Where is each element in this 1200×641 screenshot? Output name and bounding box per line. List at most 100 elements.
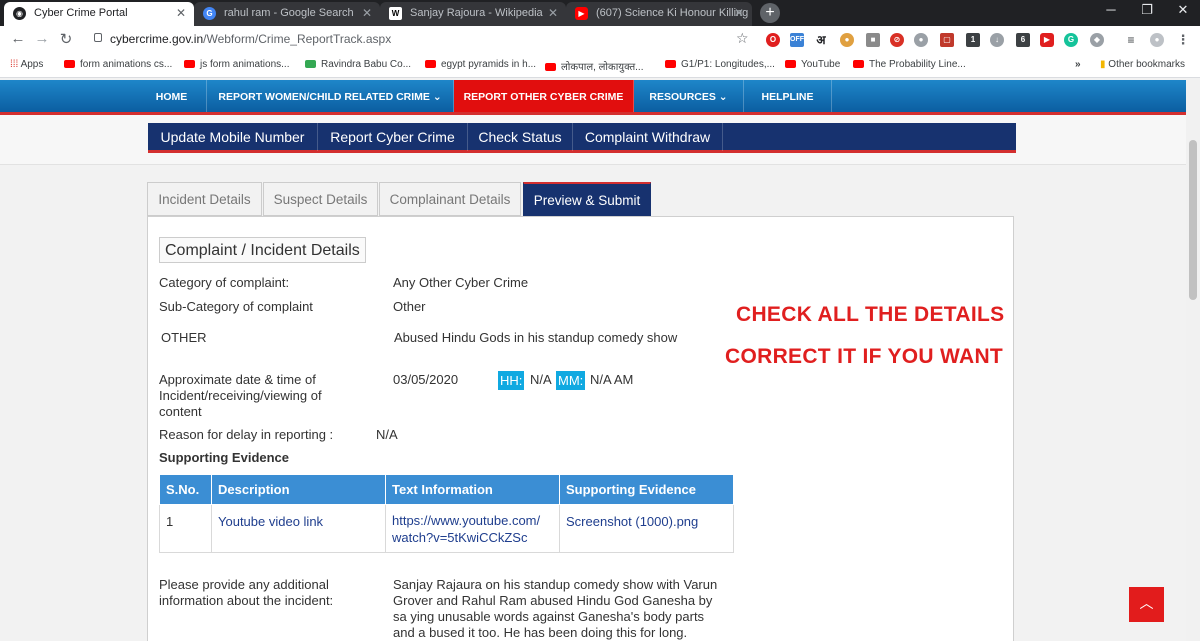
download-extension-icon[interactable]: ↓ — [990, 33, 1004, 47]
browser-tabstrip: ◉ Cyber Crime Portal ✕ G rahul ram - Goo… — [0, 0, 1200, 26]
opera-extension-icon[interactable]: O — [766, 33, 780, 47]
page-scrollbar[interactable] — [1186, 80, 1200, 641]
nav-report-other-cyber-crime[interactable]: REPORT OTHER CYBER CRIME — [454, 80, 634, 112]
menu-dots-icon[interactable]: ⋮ — [1176, 33, 1190, 47]
delay-label: Reason for delay in reporting : — [159, 427, 334, 442]
nav-report-women-child-crime[interactable]: REPORT WOMEN/CHILD RELATED CRIME ⌄ — [207, 80, 454, 112]
extension-off-icon[interactable]: OFF — [790, 33, 804, 47]
table-header-row: S.No. Description Text Information Suppo… — [159, 474, 734, 505]
youtube-icon — [64, 60, 75, 69]
youtube-icon: ▶ — [575, 7, 588, 20]
bookmark-egypt-pyramids[interactable]: egypt pyramids in h... — [425, 59, 536, 70]
nav-home[interactable]: HOME — [137, 80, 207, 112]
extension-grey-icon[interactable]: ● — [914, 33, 928, 47]
callout-check-details: CHECK ALL THE DETAILS — [736, 303, 1005, 326]
tab-complainant-details[interactable]: Complainant Details — [379, 182, 521, 216]
globe-icon: ◉ — [13, 7, 26, 20]
youtube-icon — [184, 60, 195, 69]
browser-tab-youtube[interactable]: ▶ (607) Science Ki Honour Killing || ✕ — [566, 2, 752, 26]
other-value: Abused Hindu Gods in his standup comedy … — [394, 330, 678, 345]
youtube-icon — [545, 63, 556, 72]
subnav-report-cyber-crime[interactable]: Report Cyber Crime — [318, 123, 468, 151]
tab-incident-details[interactable]: Incident Details — [147, 182, 262, 216]
bookmarks-overflow-button[interactable]: » — [1075, 59, 1081, 70]
scrollbar-thumb[interactable] — [1189, 140, 1197, 300]
date-value: 03/05/2020 — [393, 372, 459, 387]
subnav-check-status[interactable]: Check Status — [468, 123, 573, 151]
youtube-icon — [665, 60, 676, 69]
lock-icon — [94, 33, 102, 42]
close-icon[interactable]: ✕ — [548, 2, 558, 24]
delay-value: N/A — [376, 427, 398, 442]
date-label: Approximate date & time of Incident/rece… — [159, 372, 322, 419]
minimize-icon[interactable]: ─ — [1096, 2, 1126, 17]
hindi-input-icon[interactable]: अ — [814, 33, 828, 47]
url-text: cybercrime.gov.in/Webform/Crime_ReportTr… — [110, 32, 391, 46]
hh-value: N/A — [530, 372, 552, 387]
close-icon[interactable]: ✕ — [734, 2, 744, 24]
extension-square-icon[interactable]: ■ — [866, 33, 880, 47]
youtube-icon — [853, 60, 864, 69]
column-header: S.No. — [159, 474, 212, 505]
scroll-to-top-button[interactable]: ︿ — [1129, 587, 1164, 622]
cookie-extension-icon[interactable]: ● — [840, 33, 854, 47]
reading-list-icon[interactable]: ≡ — [1124, 33, 1138, 47]
bookmark-ravindra-babu[interactable]: Ravindra Babu Co... — [305, 59, 411, 70]
subnav-complaint-withdraw[interactable]: Complaint Withdraw — [573, 123, 723, 151]
bookmark-js-form-animations[interactable]: js form animations... — [184, 59, 289, 70]
sub-navigation: Update Mobile Number Report Cyber Crime … — [148, 123, 1016, 153]
browser-tab-cyber-crime-portal[interactable]: ◉ Cyber Crime Portal ✕ — [4, 2, 194, 26]
close-icon[interactable]: ✕ — [176, 2, 186, 24]
profile-avatar-icon[interactable]: ● — [1150, 33, 1164, 47]
address-bar[interactable]: cybercrime.gov.in/Webform/Crime_ReportTr… — [88, 29, 758, 51]
mm-value: N/A AM — [590, 372, 634, 387]
bookmark-form-animations[interactable]: form animations cs... — [64, 59, 172, 70]
extension-badge-six-icon[interactable]: 6 — [1016, 33, 1030, 47]
url-host: cybercrime.gov.in — [110, 32, 204, 46]
browser-tab-title: Cyber Crime Portal — [34, 7, 128, 19]
grammarly-icon[interactable]: G — [1064, 33, 1078, 47]
bookmark-other-bookmarks[interactable]: ▮ Other bookmarks — [1100, 59, 1185, 70]
browser-tab-title: rahul ram - Google Search — [224, 7, 354, 19]
subnav-update-mobile-number[interactable]: Update Mobile Number — [148, 123, 318, 151]
youtube-extension-icon[interactable]: ▶ — [1040, 33, 1054, 47]
other-label: OTHER — [161, 330, 207, 345]
tab-preview-submit[interactable]: Preview & Submit — [523, 182, 651, 216]
bookmark-probability-line[interactable]: The Probability Line... — [853, 59, 966, 70]
bookmarks-bar: ⁞⁞⁞ Apps form animations cs... js form a… — [0, 54, 1200, 78]
bookmark-youtube[interactable]: YouTube — [785, 59, 840, 70]
bookmark-longitudes[interactable]: G1/P1: Longitudes,... — [665, 59, 775, 70]
restore-icon[interactable]: ❐ — [1132, 2, 1162, 18]
table-row: 1 Youtube video link https://www.youtube… — [159, 504, 734, 553]
section-title: Complaint / Incident Details — [159, 237, 366, 263]
column-header: Supporting Evidence — [559, 474, 734, 505]
extension-diamond-icon[interactable]: ◆ — [1090, 33, 1104, 47]
tv-extension-icon[interactable]: ▢ — [940, 33, 954, 47]
new-tab-button[interactable]: + — [760, 3, 780, 23]
bookmark-lokpal[interactable]: लोकपाल, लोकायुक्त... — [545, 59, 644, 73]
youtube-icon — [785, 60, 796, 69]
browser-tab-google-search[interactable]: G rahul ram - Google Search ✕ — [194, 2, 380, 26]
back-arrow-icon[interactable]: ← — [8, 30, 28, 47]
tab-suspect-details[interactable]: Suspect Details — [263, 182, 378, 216]
reload-icon[interactable]: ↻ — [56, 30, 76, 48]
window-close-icon[interactable]: ✕ — [1168, 2, 1198, 18]
cell-supporting-evidence[interactable]: Screenshot (1000).png — [559, 504, 734, 553]
browser-tab-title: Sanjay Rajoura - Wikipedia — [410, 7, 543, 19]
block-extension-icon[interactable]: ⊘ — [890, 33, 904, 47]
extension-badge-one-icon[interactable]: 1 — [966, 33, 980, 47]
nav-resources[interactable]: RESOURCES ⌄ — [634, 80, 744, 112]
forward-arrow-icon[interactable]: → — [32, 30, 52, 47]
nav-helpline[interactable]: HELPLINE — [744, 80, 832, 112]
browser-tab-wikipedia[interactable]: W Sanjay Rajoura - Wikipedia ✕ — [380, 2, 566, 26]
bookmark-star-icon[interactable]: ☆ — [736, 30, 749, 47]
cell-sno: 1 — [159, 504, 212, 553]
additional-info-value: Sanjay Rajaura on his standup comedy sho… — [393, 577, 718, 640]
bookmark-apps[interactable]: ⁞⁞⁞ Apps — [10, 59, 43, 70]
column-header: Description — [211, 474, 386, 505]
additional-info-label: Please provide any additional informatio… — [159, 577, 334, 608]
cell-description: Youtube video link — [211, 504, 386, 553]
cell-text-information[interactable]: https://www.youtube.com/ watch?v=5tKwiCC… — [385, 504, 560, 553]
close-icon[interactable]: ✕ — [362, 2, 372, 24]
category-label: Category of complaint: — [159, 275, 290, 290]
